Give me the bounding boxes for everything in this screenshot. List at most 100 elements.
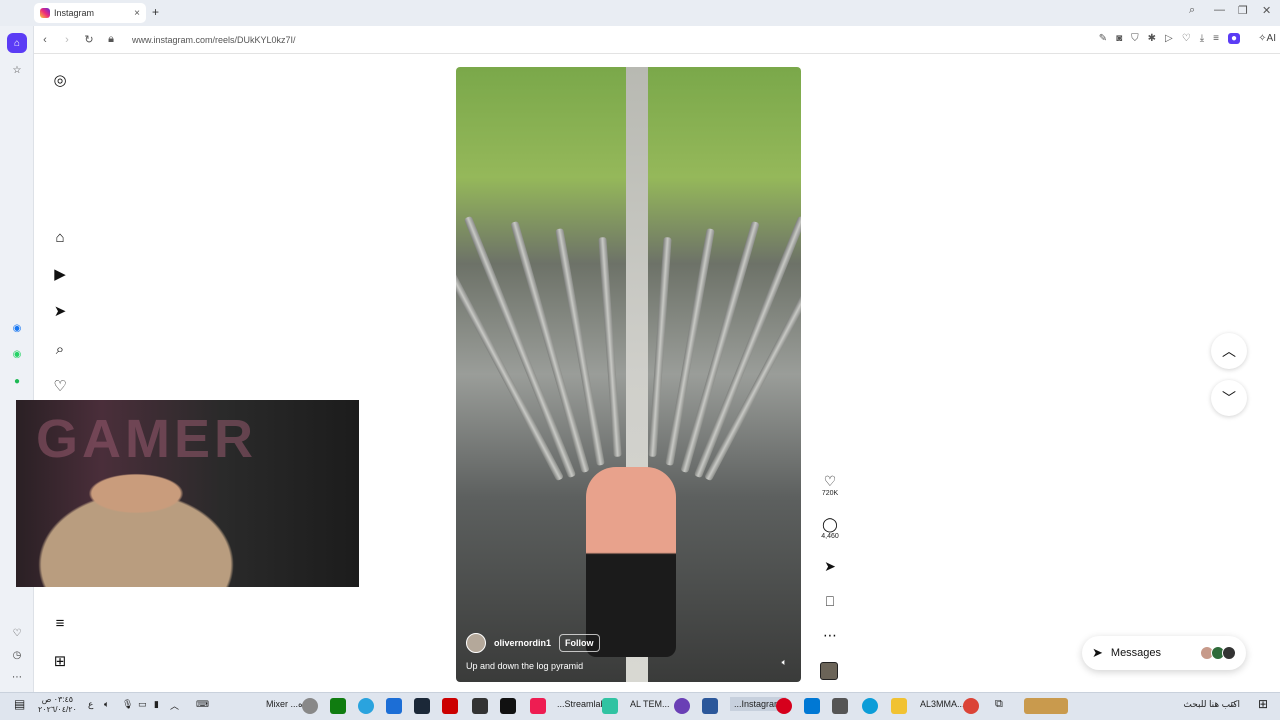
- speaker-icon[interactable]: 🔈︎: [104, 699, 109, 710]
- streamlabs-icon[interactable]: [602, 698, 618, 714]
- menu-icon[interactable]: ≡: [50, 613, 70, 633]
- edge-icon[interactable]: [862, 698, 878, 714]
- forward-icon[interactable]: ›: [56, 34, 78, 46]
- messenger-icon[interactable]: ◉: [7, 318, 27, 338]
- reel-video[interactable]: olivernordin1 Follow Up and down the log…: [456, 67, 801, 682]
- url-field[interactable]: www.instagram.com/reels/DUkKYL0kz7I/: [132, 35, 296, 45]
- search-icon[interactable]: ⌕: [50, 339, 70, 359]
- history-icon[interactable]: ◷: [7, 645, 27, 665]
- shield-icon[interactable]: ⛉: [1131, 33, 1139, 44]
- comment-icon[interactable]: ◯: [818, 515, 842, 533]
- steam-icon[interactable]: [414, 698, 430, 714]
- heart-icon[interactable]: ♡: [7, 623, 27, 643]
- lock-icon: 🔒︎: [108, 33, 114, 45]
- camera-icon[interactable]: ◙: [1116, 33, 1122, 44]
- like-count: 720K: [821, 490, 839, 497]
- clock-time: ٠٣:٤٥ ص: [41, 695, 74, 704]
- network-icon[interactable]: ▭: [138, 699, 147, 710]
- edit-icon[interactable]: ✎: [1099, 33, 1107, 44]
- language-indicator[interactable]: ع: [88, 699, 93, 710]
- tiktok-icon[interactable]: [530, 698, 546, 714]
- more-icon[interactable]: ⋯: [7, 667, 27, 687]
- more-action[interactable]: ⋯: [818, 626, 842, 644]
- messages-button[interactable]: ➤ Messages: [1082, 636, 1246, 670]
- battery-icon[interactable]: ▮: [154, 699, 159, 710]
- mic-icon[interactable]: 🎙︎: [122, 699, 133, 710]
- clock[interactable]: ٠٣:٤٥ ص ٢٠٢٦/٠٤/٢٠: [38, 695, 77, 715]
- chrome-icon[interactable]: [963, 698, 979, 714]
- extension-icon[interactable]: ✱: [1148, 33, 1156, 44]
- app-icon[interactable]: [472, 698, 488, 714]
- ai-button[interactable]: ✧AI: [1258, 33, 1276, 44]
- author-avatar[interactable]: [466, 633, 486, 653]
- taskbar-al3mma[interactable]: AL3MMA...: [920, 699, 965, 709]
- whatsapp-icon[interactable]: ◉: [7, 344, 27, 364]
- app-icon[interactable]: [442, 698, 458, 714]
- send-icon[interactable]: ➤: [50, 301, 70, 321]
- address-bar: ‹ › ↻ 🔒︎ www.instagram.com/reels/DUkKYL0…: [34, 26, 1280, 54]
- heart-icon[interactable]: ♡: [818, 472, 842, 490]
- app-icon[interactable]: [302, 698, 318, 714]
- author-name[interactable]: olivernordin1: [494, 638, 551, 648]
- new-tab-button[interactable]: +: [152, 5, 159, 19]
- app-icon[interactable]: [804, 698, 820, 714]
- xbox-icon[interactable]: [330, 698, 346, 714]
- play-icon[interactable]: ▷: [1165, 33, 1173, 44]
- graffiti-decor: GAMER: [36, 409, 257, 469]
- close-window-icon[interactable]: ✕: [1262, 4, 1271, 17]
- tab-close-icon[interactable]: ×: [134, 8, 140, 19]
- send-icon[interactable]: ➤: [818, 557, 842, 575]
- opera-icon[interactable]: [776, 698, 792, 714]
- notification-icon[interactable]: ▤: [14, 697, 25, 711]
- like-action[interactable]: ♡ 720K: [818, 472, 842, 497]
- taskbar-altem[interactable]: AL TEM...: [630, 699, 670, 709]
- follow-button[interactable]: Follow: [559, 634, 600, 652]
- download-icon[interactable]: ⤓: [1200, 33, 1204, 44]
- heart-icon[interactable]: ♡: [50, 376, 70, 396]
- back-icon[interactable]: ‹: [34, 34, 56, 46]
- search-tabs-icon[interactable]: ⌕: [1189, 4, 1195, 17]
- messages-label: Messages: [1110, 647, 1162, 659]
- bookmark-icon[interactable]: ⎕: [818, 592, 842, 610]
- chevron-down-icon: ﹀: [1222, 390, 1236, 406]
- home-icon[interactable]: ⌂: [50, 227, 70, 247]
- minimize-icon[interactable]: —: [1214, 4, 1225, 16]
- keyboard-icon[interactable]: ⌨: [196, 699, 209, 710]
- start-icon[interactable]: ⊞: [1258, 697, 1268, 711]
- chevron-up-icon[interactable]: ︿: [170, 699, 179, 712]
- audio-thumbnail[interactable]: [820, 662, 838, 680]
- search-icon[interactable]: ⌕: [1230, 698, 1236, 711]
- apps-icon[interactable]: ⊞: [50, 651, 70, 671]
- reload-icon[interactable]: ↻: [78, 33, 100, 46]
- save-action[interactable]: ⎕: [818, 592, 842, 610]
- opera-sidebar: ⌂ ☆ ◉ ◉ ● ♡ ◷ ⋯: [0, 0, 34, 692]
- app-icon[interactable]: [500, 698, 516, 714]
- word-icon[interactable]: [702, 698, 718, 714]
- previous-reel-button[interactable]: ︿: [1211, 333, 1247, 369]
- search-box[interactable]: اكتب هنا للبحث: [1120, 699, 1240, 710]
- store-icon[interactable]: [832, 698, 848, 714]
- taskbar-streamlabs[interactable]: ...Streamlab: [557, 699, 606, 709]
- comment-count: 4,460: [821, 533, 839, 540]
- menu-icon[interactable]: ≡: [1213, 33, 1219, 44]
- heart-icon[interactable]: ♡: [1182, 33, 1191, 44]
- share-action[interactable]: ➤: [818, 557, 842, 575]
- volume-icon[interactable]: 🔈︎: [782, 657, 787, 668]
- task-view-icon[interactable]: ⧉: [995, 698, 1003, 711]
- star-icon[interactable]: ☆: [7, 60, 27, 80]
- instagram-logo-icon[interactable]: ◎: [50, 70, 70, 90]
- comment-action[interactable]: ◯ 4,460: [818, 515, 842, 540]
- maximize-icon[interactable]: ❐: [1238, 4, 1248, 17]
- next-reel-button[interactable]: ﹀: [1211, 380, 1247, 416]
- taskbar-mixer[interactable]: Mixer ...ه: [266, 699, 303, 710]
- home-icon[interactable]: ⌂: [7, 33, 27, 53]
- profile-icon[interactable]: ●: [1227, 33, 1240, 44]
- tab-instagram[interactable]: Instagram ×: [34, 3, 146, 23]
- reels-icon[interactable]: ▶: [50, 264, 70, 284]
- app-icon[interactable]: [386, 698, 402, 714]
- telegram-icon[interactable]: [358, 698, 374, 714]
- spotify-icon[interactable]: ●: [7, 371, 27, 391]
- app-icon[interactable]: [674, 698, 690, 714]
- explorer-icon[interactable]: [891, 698, 907, 714]
- more-icon[interactable]: ⋯: [818, 626, 842, 644]
